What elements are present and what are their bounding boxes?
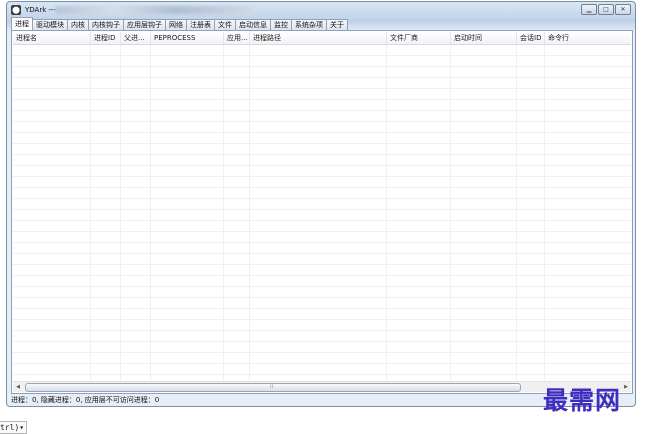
tab-process[interactable]: 进程 — [11, 17, 33, 30]
column-header-session-id[interactable]: 会话ID — [517, 32, 545, 44]
process-panel: 进程名 进程ID 父进... PEPROCESS 应用... 进程路径 文件厂商… — [11, 30, 633, 394]
tab-system-misc[interactable]: 系统杂项 — [291, 19, 327, 30]
blurred-title-region — [55, 6, 255, 14]
close-icon: ✕ — [620, 6, 626, 13]
column-header-file-vendor[interactable]: 文件厂商 — [387, 32, 451, 44]
close-button[interactable]: ✕ — [615, 4, 631, 15]
tab-startup[interactable]: 启动信息 — [235, 19, 271, 30]
tab-kernel-hooks[interactable]: 内核钩子 — [88, 19, 124, 30]
column-header-command-line[interactable]: 命令行 — [545, 32, 631, 44]
maximize-button[interactable]: □ — [598, 4, 614, 15]
column-header-process-path[interactable]: 进程路径 — [250, 32, 387, 44]
column-divider — [516, 45, 517, 381]
app-icon: ⬤ — [11, 5, 21, 15]
tab-bar: 进程 驱动模块 内核 内核钩子 应用层钩子 网络 注册表 文件 启动信息 监控 … — [11, 17, 348, 30]
column-header-app-access[interactable]: 应用... — [224, 32, 250, 44]
scroll-left-icon[interactable]: ◀ — [13, 382, 23, 392]
grip-icon: ⁞⁞ — [270, 384, 274, 390]
title-bar[interactable]: ⬤ YDArk --- ▁ □ ✕ — [7, 2, 635, 18]
minimize-button[interactable]: ▁ — [581, 4, 597, 15]
column-divider — [90, 45, 91, 381]
column-divider — [386, 45, 387, 381]
column-divider — [544, 45, 545, 381]
tab-monitor[interactable]: 监控 — [270, 19, 292, 30]
table-rows — [13, 45, 631, 381]
tab-about[interactable]: 关于 — [326, 19, 348, 30]
tab-user-hooks[interactable]: 应用层钩子 — [123, 19, 166, 30]
watermark: 最需网 — [543, 386, 622, 415]
tab-files[interactable]: 文件 — [214, 19, 236, 30]
minimize-icon: ▁ — [586, 6, 592, 13]
column-divider — [150, 45, 151, 381]
maximize-icon: □ — [603, 6, 609, 13]
tab-driver-modules[interactable]: 驱动模块 — [32, 19, 68, 30]
column-header-parent[interactable]: 父进... — [121, 32, 151, 44]
column-header-pid[interactable]: 进程ID — [91, 32, 121, 44]
process-list[interactable]: 进程名 进程ID 父进... PEPROCESS 应用... 进程路径 文件厂商… — [13, 32, 631, 381]
column-divider — [249, 45, 250, 381]
tab-kernel[interactable]: 内核 — [67, 19, 89, 30]
column-header-process-name[interactable]: 进程名 — [13, 32, 91, 44]
scroll-right-icon[interactable]: ▶ — [621, 382, 631, 392]
main-window: ⬤ YDArk --- ▁ □ ✕ 进程 驱动模块 内核 内核钩子 应用层钩子 … — [6, 1, 636, 407]
tab-network[interactable]: 网络 — [165, 19, 187, 30]
status-bar: 进程：0, 隐藏进程：0, 应用层不可访问进程：0 — [11, 396, 160, 404]
tab-registry[interactable]: 注册表 — [186, 19, 215, 30]
column-divider — [450, 45, 451, 381]
partial-dropdown[interactable]: trl)▾ — [0, 421, 28, 434]
horizontal-scrollbar[interactable]: ◀ ⁞⁞ ▶ — [13, 381, 631, 392]
table-header: 进程名 进程ID 父进... PEPROCESS 应用... 进程路径 文件厂商… — [13, 32, 631, 45]
column-divider — [223, 45, 224, 381]
column-header-start-time[interactable]: 启动时间 — [451, 32, 517, 44]
scrollbar-thumb[interactable]: ⁞⁞ — [25, 383, 521, 392]
window-title: YDArk --- — [25, 6, 57, 14]
column-header-peprocess[interactable]: PEPROCESS — [151, 32, 224, 44]
window-controls: ▁ □ ✕ — [581, 4, 631, 15]
column-divider — [120, 45, 121, 381]
